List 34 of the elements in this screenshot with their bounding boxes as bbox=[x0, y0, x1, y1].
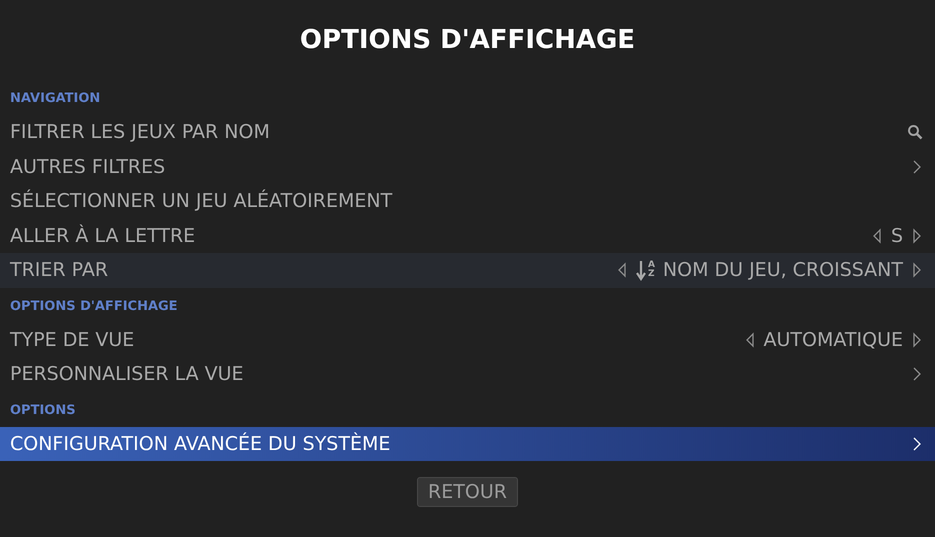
sort-letter: Z bbox=[648, 270, 655, 280]
section-header: OPTIONS D'AFFICHAGE bbox=[9, 298, 179, 316]
menu-item-label: AUTRES FILTRES bbox=[10, 156, 166, 178]
menu-item-label: PERSONNALISER LA VUE bbox=[10, 363, 245, 386]
menu-title: OPTIONS D'AFFICHAGE bbox=[298, 24, 636, 57]
left-arrow-icon[interactable] bbox=[744, 332, 756, 348]
option-value: AUTOMATIQUE bbox=[764, 328, 903, 351]
menu-item-label: ALLER À LA LETTRE bbox=[10, 224, 196, 247]
right-arrow-icon[interactable] bbox=[911, 228, 923, 244]
menu-item-label: CONFIGURATION AVANCÉE DU SYSTÈME bbox=[10, 432, 392, 455]
option-value: S bbox=[890, 224, 903, 247]
left-arrow-icon[interactable] bbox=[870, 228, 883, 244]
menu-item[interactable]: PERSONNALISER LA VUE bbox=[0, 357, 935, 392]
menu-item[interactable]: TYPE DE VUE AUTOMATIQUE bbox=[0, 322, 935, 357]
sort-letter: A bbox=[648, 261, 655, 270]
menu-item[interactable]: SÉLECTIONNER UN JEU ALÉATOIREMENT bbox=[0, 184, 935, 218]
option-value: NOM DU JEU, CROISSANT bbox=[662, 259, 903, 282]
section-header: NAVIGATION bbox=[9, 90, 102, 108]
left-arrow-icon[interactable] bbox=[616, 262, 628, 278]
menu-item-label: SÉLECTIONNER UN JEU ALÉATOIREMENT bbox=[10, 190, 394, 212]
search-icon[interactable] bbox=[907, 124, 923, 140]
menu-item[interactable]: CONFIGURATION AVANCÉE DU SYSTÈME bbox=[0, 426, 935, 461]
back-button[interactable]: RETOUR bbox=[417, 477, 518, 507]
menu-item-label: TYPE DE VUE bbox=[10, 328, 136, 351]
right-arrow-icon[interactable] bbox=[911, 262, 923, 278]
menu-item[interactable]: ALLER À LA LETTRE S bbox=[0, 218, 935, 253]
section-header: OPTIONS bbox=[9, 402, 77, 420]
menu-item-label: TRIER PAR bbox=[10, 259, 110, 282]
menu-item-label: FILTRER LES JEUX PAR NOM bbox=[10, 121, 271, 144]
menu-item[interactable]: AUTRES FILTRES bbox=[0, 150, 935, 184]
chevron-right-icon[interactable] bbox=[911, 436, 923, 452]
menu-item[interactable]: FILTRER LES JEUX PAR NOM bbox=[0, 115, 935, 150]
right-arrow-icon[interactable] bbox=[911, 332, 923, 348]
sort-arrow-icon[interactable] bbox=[636, 259, 646, 282]
